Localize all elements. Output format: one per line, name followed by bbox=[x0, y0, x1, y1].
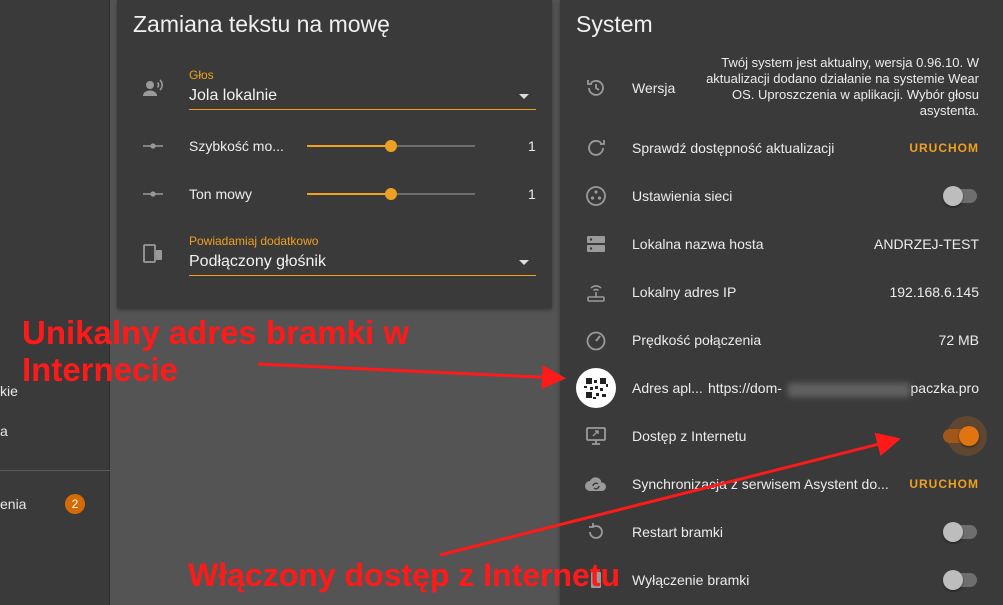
tts-card: Zamiana tekstu na mowę Głos Jola lokalni… bbox=[117, 0, 552, 308]
redacted-url-blur bbox=[788, 383, 910, 397]
connection-speed-value: 72 MB bbox=[938, 332, 979, 348]
voice-icon bbox=[140, 75, 166, 101]
drawer-item-3[interactable]: enia bbox=[0, 496, 26, 512]
notify-underline bbox=[189, 275, 536, 276]
system-card: System Wersja Twój system jest aktualny,… bbox=[560, 0, 1003, 605]
speech-pitch-slider[interactable] bbox=[307, 188, 475, 200]
cloud-sync-icon bbox=[583, 471, 609, 497]
annotation-gateway-line1: Unikalny adres bramki w bbox=[22, 314, 409, 351]
annotation-gateway-line2: Internecie bbox=[22, 351, 178, 388]
history-icon bbox=[583, 75, 609, 101]
version-description: Twój system jest aktualny, wersja 0.96.1… bbox=[706, 55, 979, 118]
speech-speed-value: 1 bbox=[528, 138, 536, 154]
hostname-label: Lokalna nazwa hosta bbox=[632, 236, 764, 252]
app-address-value-end[interactable]: paczka.pro bbox=[911, 380, 979, 396]
sync-button[interactable]: URUCHOM bbox=[909, 477, 979, 491]
server-icon bbox=[583, 231, 609, 257]
speech-pitch-value: 1 bbox=[528, 186, 536, 202]
network-settings-toggle[interactable] bbox=[943, 186, 979, 206]
app-address-label: Adres apl... bbox=[632, 380, 703, 396]
voice-field-label: Głos bbox=[189, 68, 214, 82]
slider-icon bbox=[140, 133, 166, 159]
annotation-internet-access: Włączony dostęp z Internetu bbox=[188, 557, 621, 593]
notification-badge: 2 bbox=[65, 494, 85, 514]
app-address-value-start[interactable]: https://dom- bbox=[708, 380, 782, 396]
internet-access-label: Dostęp z Internetu bbox=[632, 428, 747, 444]
shutdown-gateway-label: Wyłączenie bramki bbox=[632, 572, 750, 588]
arrow-to-address bbox=[257, 362, 566, 390]
speech-speed-fill bbox=[307, 145, 391, 147]
connection-speed-label: Prędkość połączenia bbox=[632, 332, 762, 348]
remote-desktop-icon bbox=[583, 423, 609, 449]
sync-label: Synchronizacja z serwisem Asystent do... bbox=[632, 476, 889, 492]
notify-field-label: Powiadamiaj dodatkowo bbox=[189, 234, 319, 248]
drawer-divider bbox=[0, 470, 110, 471]
local-ip-label: Lokalny adres IP bbox=[632, 284, 737, 300]
voice-underline bbox=[189, 109, 536, 110]
devices-icon bbox=[140, 241, 166, 267]
restart-gateway-label: Restart bramki bbox=[632, 524, 724, 540]
network-icon bbox=[583, 183, 609, 209]
system-card-title: System bbox=[576, 11, 653, 37]
local-ip-value: 192.168.6.145 bbox=[889, 284, 979, 300]
restart-gateway-toggle[interactable] bbox=[943, 522, 979, 542]
restart-icon bbox=[583, 519, 609, 545]
navigation-drawer: kie a enia 2 bbox=[0, 0, 110, 605]
chevron-down-icon[interactable] bbox=[519, 94, 529, 99]
version-label: Wersja bbox=[632, 80, 676, 96]
speech-pitch-label: Ton mowy bbox=[189, 186, 253, 202]
tts-card-title: Zamiana tekstu na mowę bbox=[133, 11, 390, 37]
internet-access-toggle[interactable] bbox=[943, 416, 987, 456]
slider-icon bbox=[140, 181, 166, 207]
hostname-value: ANDRZEJ-TEST bbox=[874, 236, 979, 252]
speech-speed-label: Szybkość mo... bbox=[189, 138, 284, 154]
voice-select[interactable]: Jola lokalnie bbox=[189, 87, 277, 105]
notify-select[interactable]: Podłączony głośnik bbox=[189, 253, 326, 271]
qr-code-icon[interactable] bbox=[576, 368, 616, 408]
check-update-label: Sprawdź dostępność aktualizacji bbox=[632, 140, 835, 156]
network-settings-label: Ustawienia sieci bbox=[632, 188, 733, 204]
refresh-icon bbox=[583, 135, 609, 161]
speech-pitch-fill bbox=[307, 193, 391, 195]
speedometer-icon bbox=[583, 327, 609, 353]
drawer-item-2[interactable]: a bbox=[0, 423, 8, 439]
shutdown-gateway-toggle[interactable] bbox=[943, 570, 979, 590]
router-icon bbox=[583, 279, 609, 305]
speech-speed-thumb[interactable] bbox=[385, 140, 397, 152]
drawer-item-1[interactable]: kie bbox=[0, 383, 18, 399]
check-update-button[interactable]: URUCHOM bbox=[909, 141, 979, 155]
chevron-down-icon[interactable] bbox=[519, 260, 529, 265]
speech-pitch-thumb[interactable] bbox=[385, 188, 397, 200]
speech-speed-slider[interactable] bbox=[307, 140, 475, 152]
